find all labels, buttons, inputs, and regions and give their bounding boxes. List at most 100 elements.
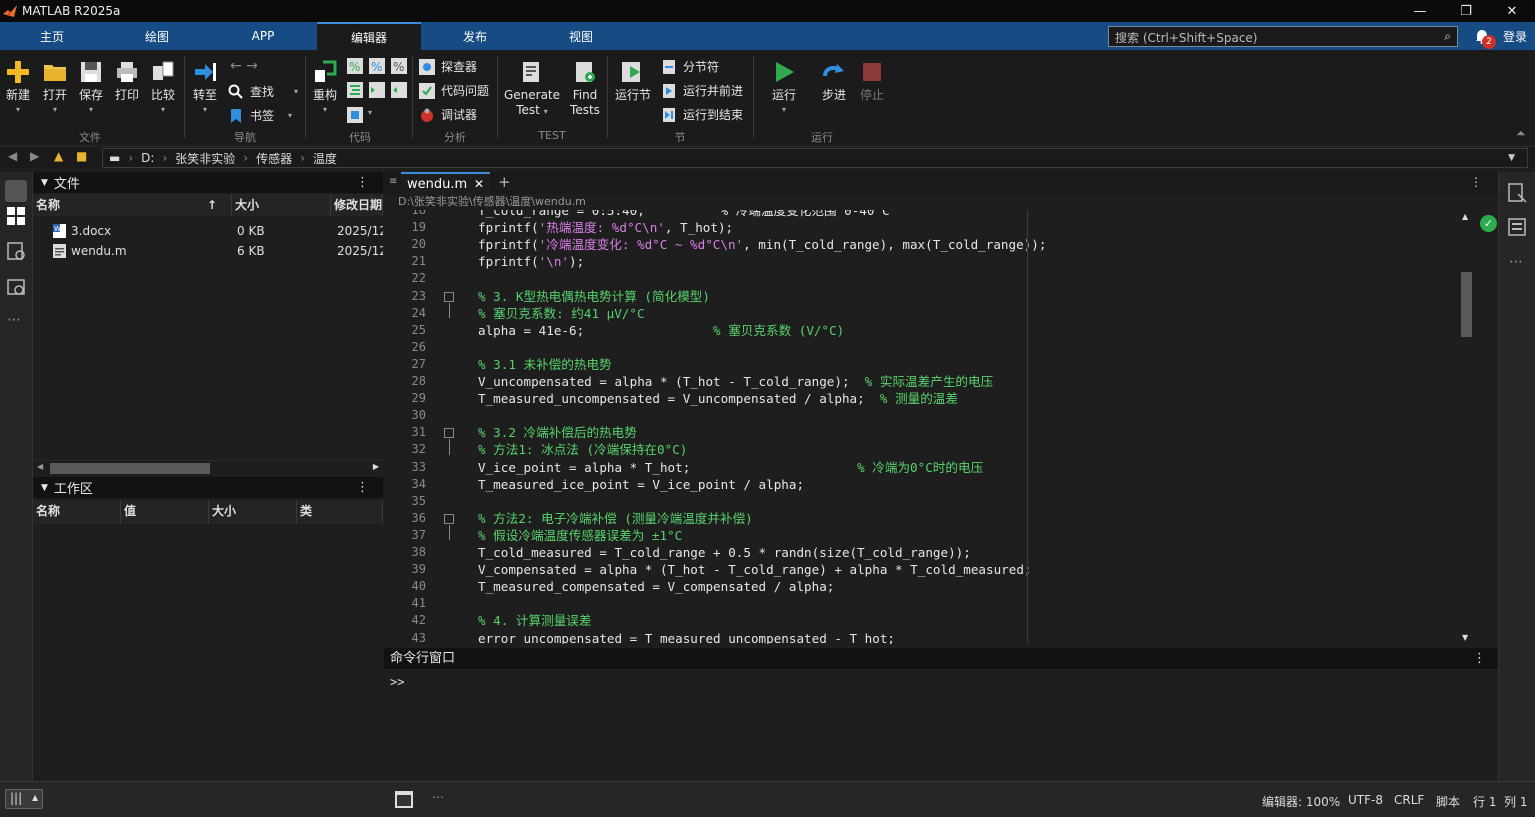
file-type[interactable]: 脚本 (1436, 793, 1460, 810)
insert-icon[interactable] (347, 107, 363, 123)
file-row[interactable]: W 3.docx 0 KB 2025/12/ (33, 221, 383, 241)
refactor-button[interactable]: 重构 ▾ (311, 60, 339, 114)
back-forward-arrows[interactable]: ← → (230, 58, 258, 74)
path-dropdown-icon[interactable]: ▼ (1508, 153, 1515, 163)
close-button[interactable]: ✕ (1489, 0, 1535, 22)
code-analyzer-ok-icon[interactable]: ✓ (1480, 215, 1497, 232)
smart-indent-icon[interactable] (347, 82, 363, 98)
find-tests-button[interactable]: Find Tests (569, 60, 601, 118)
encoding[interactable]: UTF-8 (1348, 793, 1383, 807)
more-panels-icon[interactable]: ⋯ (1509, 254, 1523, 270)
login-link[interactable]: 登录 (1503, 28, 1527, 45)
outdent-icon[interactable] (391, 82, 407, 98)
collapse-icon[interactable]: ▼ (41, 483, 48, 493)
minimize-button[interactable]: — (1397, 0, 1443, 22)
command-window-menu-icon[interactable]: ⋮ (1473, 648, 1486, 669)
tab-home[interactable]: 主页 (0, 22, 104, 50)
debugger-button[interactable]: 调试器 (419, 106, 477, 123)
save-button[interactable]: 保存 ▾ (77, 60, 105, 114)
scrollbar-thumb[interactable] (1461, 272, 1472, 337)
fold-toggle-icon[interactable] (444, 291, 454, 302)
files-horizontal-scrollbar[interactable]: ◀ ▶ (33, 460, 383, 475)
column-value[interactable]: 值 (121, 500, 209, 524)
column-size[interactable]: 大小 (209, 500, 297, 524)
run-and-advance-button[interactable]: 运行并前进 (661, 82, 743, 99)
more-options-icon[interactable]: ⋯ (432, 790, 444, 804)
profiler-button[interactable]: 探查器 (419, 58, 477, 75)
path-segment[interactable]: D: (141, 151, 154, 165)
column-size[interactable]: 大小 (232, 194, 331, 216)
goto-button[interactable]: 转至 ▾ (191, 60, 219, 114)
history-icon[interactable] (5, 276, 27, 298)
scroll-up-icon[interactable]: ▲ (1462, 212, 1468, 221)
documentation-icon[interactable] (1506, 182, 1528, 204)
close-tab-icon[interactable]: ✕ (474, 177, 484, 191)
up-folder-icon[interactable]: ▲ (54, 149, 63, 163)
code-issues-button[interactable]: 代码问题 (419, 82, 489, 99)
step-button[interactable]: 步进 (818, 60, 850, 103)
tab-plots[interactable]: 绘图 (105, 22, 209, 50)
generate-test-button[interactable]: Generate Test ▾ (503, 60, 561, 119)
section-break-button[interactable]: 分节符 (661, 58, 719, 75)
scroll-left-icon[interactable]: ◀ (37, 462, 43, 471)
command-window-header[interactable]: 命令行窗口 ⋮ (384, 648, 1498, 669)
files-panel-header[interactable]: ▼ 文件 ⋮ (33, 172, 383, 193)
fold-toggle-icon[interactable] (444, 428, 454, 439)
tab-publish[interactable]: 发布 (423, 22, 527, 50)
project-icon[interactable] (5, 240, 27, 262)
tab-apps[interactable]: APP (211, 22, 315, 50)
back-arrow-icon[interactable]: ◀ (8, 149, 17, 163)
panel-menu-icon[interactable]: ⋮ (356, 480, 369, 495)
find-button[interactable]: 查找 ▾ (228, 83, 298, 100)
new-tab-icon[interactable]: + (498, 173, 511, 191)
indent-icon[interactable] (369, 82, 385, 98)
editor-menu-icon[interactable]: ⋮ (1470, 175, 1482, 189)
more-panels-icon[interactable]: ⋯ (7, 312, 21, 328)
scroll-right-icon[interactable]: ▶ (373, 462, 379, 471)
bookmark-button[interactable]: 书签 ▾ (228, 107, 292, 124)
column-date[interactable]: 修改日期 (331, 194, 383, 216)
fold-toggle-icon[interactable] (444, 513, 454, 524)
path-segment[interactable]: 温度 (313, 150, 337, 167)
tab-list-icon[interactable]: ≡ (389, 176, 397, 187)
collapse-toolstrip-icon[interactable]: ⏶ (1516, 126, 1526, 141)
run-to-end-button[interactable]: 运行到结束 (661, 106, 743, 123)
files-panel-icon[interactable] (5, 180, 27, 202)
column-name[interactable]: 名称 (33, 500, 121, 524)
search-input[interactable]: 搜索 (Ctrl+Shift+Space) ⌕ (1108, 26, 1458, 47)
zoom-level[interactable]: 编辑器: 100% (1262, 793, 1340, 810)
code-editor[interactable]: 18 19 20 21 22 23 24 25 26 27 28 29 30 31 32 33 34 35 36 37… (384, 210, 1459, 644)
command-window-toggle-icon[interactable] (395, 791, 413, 808)
scrollbar-thumb[interactable] (50, 463, 210, 474)
editor-vertical-scrollbar[interactable]: ▲ ▼ (1459, 210, 1474, 644)
stop-button[interactable]: 停止 (856, 60, 888, 103)
column-class[interactable]: 类 (297, 500, 383, 524)
compare-button[interactable]: 比较 ▾ (149, 60, 177, 114)
workspace-panel-icon[interactable] (5, 205, 27, 227)
column-name[interactable]: 名称 ↑ (33, 194, 232, 216)
comment-icon[interactable]: % (347, 58, 363, 74)
open-button[interactable]: 打开 ▾ (40, 60, 70, 114)
command-window[interactable]: >> (384, 669, 1498, 781)
path-segment[interactable]: 张笑非实验 (175, 150, 235, 167)
line-endings[interactable]: CRLF (1394, 793, 1424, 807)
new-button[interactable]: 新建 ▾ (4, 60, 32, 114)
maximize-button[interactable]: ❐ (1443, 0, 1489, 22)
collapse-icon[interactable]: ▼ (41, 178, 48, 188)
editor-tab-wendu[interactable]: wendu.m ✕ (401, 172, 490, 194)
panel-menu-icon[interactable]: ⋮ (356, 175, 369, 190)
forward-arrow-icon[interactable]: ▶ (30, 149, 39, 163)
tab-view[interactable]: 视图 (529, 22, 633, 50)
layout-toggle-button[interactable]: ||| ▲ (5, 789, 43, 809)
current-folder-path[interactable]: ▬ › D: › 张笑非实验 › 传感器 › 温度 ▼ (102, 148, 1528, 168)
wrap-comments-icon[interactable]: % (391, 58, 407, 74)
browse-folder-icon[interactable]: ■ (76, 149, 87, 163)
file-row[interactable]: wendu.m 6 KB 2025/12/ (33, 241, 383, 261)
tab-editor[interactable]: 编辑器 (317, 22, 421, 50)
print-button[interactable]: 打印 (113, 60, 141, 103)
workspace-panel-header[interactable]: ▼ 工作区 ⋮ (33, 477, 383, 498)
run-section-button[interactable]: 运行节 (613, 60, 653, 103)
scroll-down-icon[interactable]: ▼ (1462, 633, 1468, 642)
property-inspector-icon[interactable] (1506, 216, 1528, 238)
run-button[interactable]: 运行 ▾ (768, 60, 800, 114)
